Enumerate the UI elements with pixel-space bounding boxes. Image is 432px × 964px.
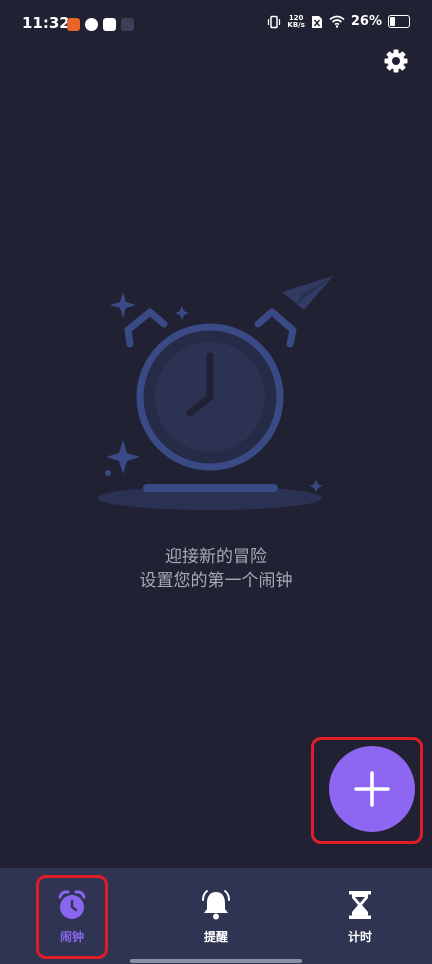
nav-item-timer[interactable]: 计时 xyxy=(288,868,432,964)
empty-state-message: 迎接新的冒险 设置您的第一个闹钟 xyxy=(0,545,432,593)
mail-icon xyxy=(103,18,116,31)
settings-gear-icon[interactable] xyxy=(381,46,411,76)
network-speed: 120 KB/s xyxy=(287,14,305,29)
status-time: 11:32 xyxy=(22,14,70,32)
sparkle-icon xyxy=(175,306,189,320)
no-sim-icon xyxy=(311,15,322,28)
notification-app-icon xyxy=(67,18,80,31)
empty-state-line-2: 设置您的第一个闹钟 xyxy=(139,571,293,591)
status-bar: 11:32 120 KB/s 26% xyxy=(0,0,432,52)
nav-label-timer: 计时 xyxy=(347,930,372,944)
status-right: 120 KB/s 26% xyxy=(267,14,410,29)
vibrate-icon xyxy=(268,15,281,28)
bell-icon xyxy=(202,890,230,920)
plus-icon xyxy=(354,771,390,807)
home-indicator[interactable] xyxy=(130,959,302,963)
nav-label-reminder: 提醒 xyxy=(203,930,228,944)
notification-app-icon xyxy=(85,18,98,31)
app-screen: 11:32 120 KB/s 26% 迎接新的冒险 设置您的第一个闹钟 闹钟 提… xyxy=(0,0,432,964)
add-alarm-button[interactable] xyxy=(329,746,415,832)
empty-alarm-illustration xyxy=(98,276,333,510)
wifi-icon xyxy=(329,15,345,28)
battery-percent: 26% xyxy=(350,14,382,29)
sparkle-icon xyxy=(110,292,136,318)
hourglass-icon xyxy=(349,891,371,919)
nav-highlight-frame xyxy=(36,875,108,959)
sparkle-icon xyxy=(310,480,322,492)
sparkle-icon xyxy=(106,440,140,474)
play-icon xyxy=(121,18,134,31)
nav-item-reminder[interactable]: 提醒 xyxy=(144,868,288,964)
empty-state-line-1: 迎接新的冒险 xyxy=(165,547,267,567)
network-speed-unit: KB/s xyxy=(287,20,305,29)
battery-icon xyxy=(388,15,410,28)
